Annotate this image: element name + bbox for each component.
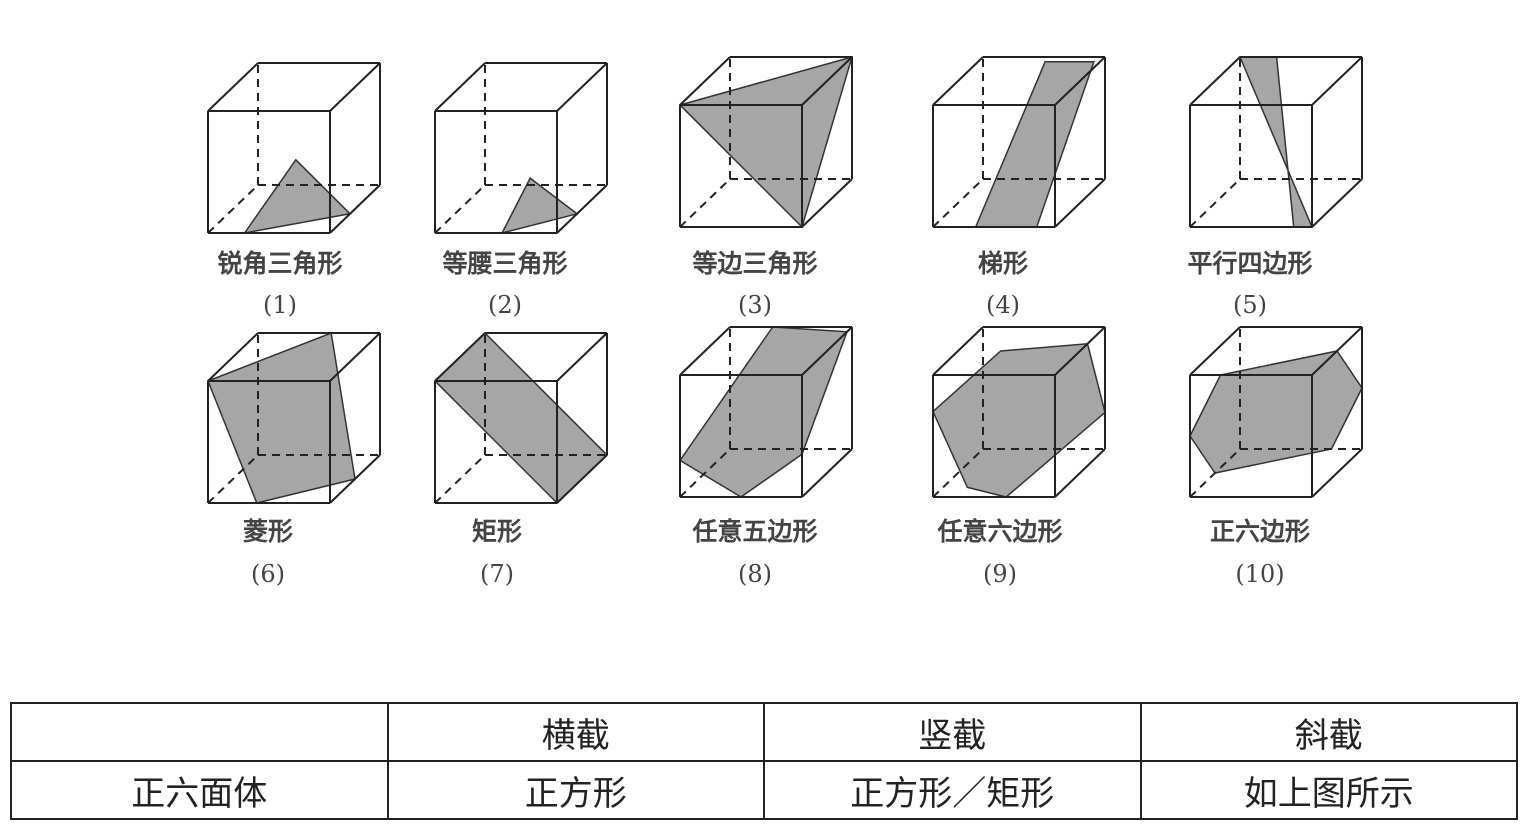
table-row: 正六面体 正方形 正方形／矩形 如上图所示 (10, 760, 1518, 820)
cube-number: (6) (251, 560, 285, 588)
cube-edge (434, 62, 486, 112)
cube-number: (5) (1233, 291, 1267, 319)
cube-edge (1054, 178, 1106, 228)
cross-section-shape (678, 326, 849, 498)
table-cell: 如上图所示 (1139, 760, 1518, 820)
cross-section-shape (1238, 56, 1314, 228)
cube-number: (8) (738, 560, 772, 588)
cube-label: 等边三角形 (692, 249, 817, 278)
cube-figure: 菱形 (6) (207, 331, 381, 588)
cube-figure: 等腰三角形 (2) (434, 62, 608, 319)
cube-figure: 平行四边形 (5) (1187, 56, 1363, 319)
cube-edge (1189, 326, 1241, 376)
cube-cross-sections-figure: 锐角三角形 (1) 等腰三角形 (2) 等边三角形 (3) 梯形 (4) 平行四边形 (5) 菱形 (… (207, 55, 1363, 588)
hidden-edge (932, 178, 984, 228)
cube-number: (3) (738, 291, 772, 319)
table-header-cell (10, 702, 389, 762)
table-cell: 正方形 (386, 760, 765, 820)
cube-edge (801, 448, 853, 498)
cube-edge (932, 56, 984, 106)
cube-edge (556, 332, 608, 382)
table-header-row: 横截 竖截 斜截 (10, 702, 1518, 762)
cube-number: (4) (986, 291, 1020, 319)
cube-figure: 正六边形 (10) (1189, 326, 1363, 588)
cube-label: 矩形 (472, 517, 522, 546)
cube-edge (679, 326, 731, 376)
table-header-cell: 竖截 (763, 702, 1142, 762)
cube-edge (329, 62, 381, 112)
hidden-edge (434, 454, 486, 504)
cube-edge (1054, 448, 1106, 498)
cube-label: 任意六边形 (936, 517, 1062, 546)
cube-figure: 锐角三角形 (1) (207, 62, 381, 319)
cube-number: (10) (1235, 560, 1284, 588)
cube-label: 正六边形 (1210, 517, 1310, 546)
table-cell: 正方形／矩形 (763, 760, 1142, 820)
table-header-cell: 横截 (386, 702, 765, 762)
cube-edge (1311, 448, 1363, 498)
cube-label: 锐角三角形 (217, 249, 342, 278)
cross-section-shape (974, 61, 1095, 228)
hidden-edge (434, 184, 486, 234)
cross-section-shape (1189, 350, 1363, 474)
table-cell: 正六面体 (10, 760, 389, 820)
cube-figure: 梯形 (4) (932, 56, 1106, 319)
cube-edge (329, 332, 381, 382)
cube-edge (556, 62, 608, 112)
cube-figure: 任意五边形 (8) (678, 326, 853, 588)
cube-number: (1) (263, 291, 297, 319)
cube-number: (9) (983, 560, 1017, 588)
hidden-edge (679, 178, 731, 228)
cube-number: (7) (480, 560, 514, 588)
cube-edge (932, 326, 984, 376)
cube-label: 菱形 (243, 517, 293, 546)
cube-figure: 任意六边形 (9) (932, 326, 1106, 588)
cube-number: (2) (488, 291, 522, 319)
cube-label: 等腰三角形 (442, 249, 567, 278)
cube-label: 梯形 (978, 249, 1028, 278)
cube-edge (207, 62, 259, 112)
cube-edge (1311, 56, 1363, 106)
cross-section-shape (242, 158, 352, 235)
cube-edge (1189, 56, 1241, 106)
cube-figure: 等边三角形 (3) (678, 55, 854, 319)
table-header-cell: 斜截 (1139, 702, 1518, 762)
cube-figure: 矩形 (7) (433, 331, 609, 588)
cross-section-table: 横截 竖截 斜截 正六面体 正方形 正方形／矩形 如上图所示 (10, 702, 1518, 820)
cube-label: 任意五边形 (691, 517, 817, 546)
cube-label: 平行四边形 (1187, 249, 1312, 278)
cube-edge (1311, 178, 1363, 228)
hidden-edge (1189, 178, 1241, 228)
